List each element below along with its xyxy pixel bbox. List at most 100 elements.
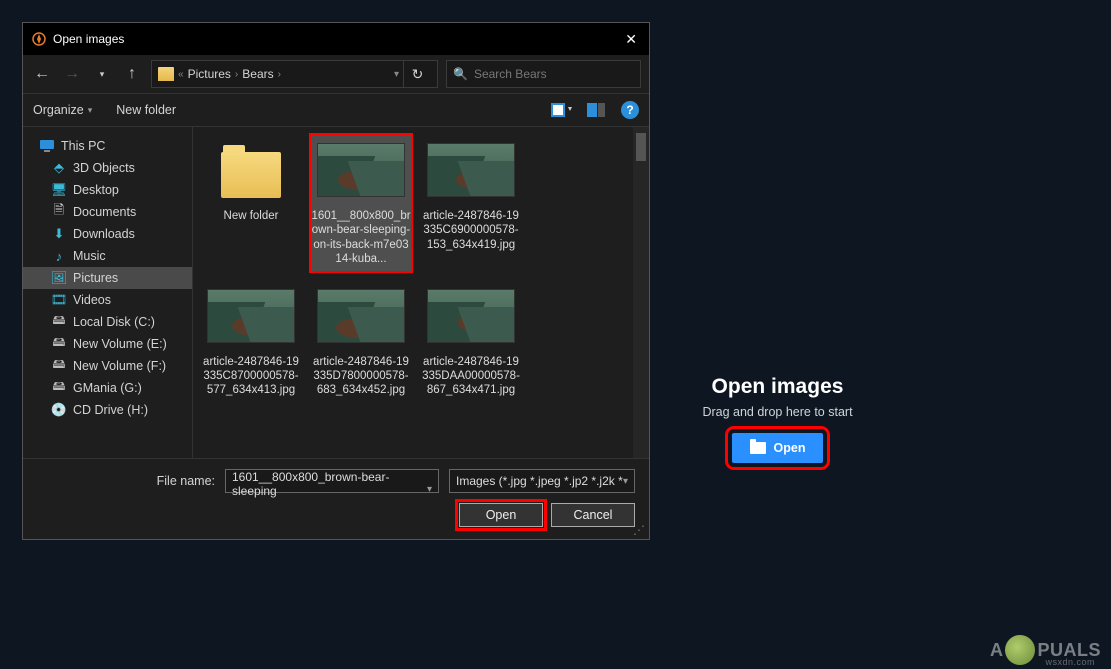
file-grid[interactable]: New folder 1601__800x800_brown-bear-slee…	[193, 127, 633, 458]
file-item-image[interactable]: article-2487846-19335C8700000578-577_634…	[199, 279, 303, 404]
disk-icon: 🖴	[51, 314, 67, 330]
file-label: article-2487846-19335C6900000578-153_634…	[421, 209, 521, 252]
resize-grip[interactable]: ⋰	[633, 523, 645, 537]
navbar: ← → ▾ ↑ « Pictures › Bears › ▾ ↻ 🔍 Searc…	[23, 55, 649, 93]
breadcrumb-segment[interactable]: Pictures	[188, 67, 231, 81]
file-item-folder[interactable]: New folder	[199, 133, 303, 273]
app-icon	[31, 31, 47, 47]
sidebar-item-label: Music	[73, 249, 106, 263]
chevron-down-icon[interactable]: ▾	[623, 476, 628, 487]
drop-panel: Open images Drag and drop here to start …	[700, 375, 855, 463]
picture-icon: 🖼	[51, 270, 67, 286]
organize-menu[interactable]: Organize ▾	[33, 103, 92, 117]
file-type-value: Images (*.jpg *.jpeg *.jp2 *.j2k *	[456, 474, 623, 488]
search-input[interactable]: 🔍 Search Bears	[446, 60, 641, 88]
sidebar-item-documents[interactable]: 🗎 Documents	[23, 201, 192, 223]
up-button[interactable]: ↑	[121, 63, 143, 85]
file-item-image[interactable]: article-2487846-19335DAA00000578-867_634…	[419, 279, 523, 404]
mascot-icon	[1005, 635, 1035, 665]
file-name-value: 1601__800x800_brown-bear-sleeping	[232, 470, 389, 498]
image-thumbnail-icon	[206, 283, 296, 349]
watermark-url: wsxdn.com	[1045, 657, 1095, 667]
sidebar-item-label: CD Drive (H:)	[73, 403, 148, 417]
scrollbar[interactable]	[633, 127, 649, 458]
file-item-image[interactable]: article-2487846-19335D7800000578-683_634…	[309, 279, 413, 404]
organize-label: Organize	[33, 103, 84, 117]
toolbar: Organize ▾ New folder ?	[23, 93, 649, 127]
forward-button[interactable]: →	[61, 63, 83, 85]
open-button[interactable]: Open	[459, 503, 543, 527]
music-icon: ♪	[51, 248, 67, 264]
image-thumbnail-icon	[316, 283, 406, 349]
breadcrumb[interactable]: « Pictures › Bears › ▾ ↻	[151, 60, 438, 88]
chevron-down-icon: ▾	[88, 105, 93, 116]
dialog-footer: File name: 1601__800x800_brown-bear-slee…	[23, 458, 649, 539]
sidebar-item-label: Downloads	[73, 227, 135, 241]
sidebar-item-desktop[interactable]: 🖥 Desktop	[23, 179, 192, 201]
sidebar-item-pictures[interactable]: 🖼 Pictures	[23, 267, 192, 289]
dialog-body: This PC ⬘ 3D Objects 🖥 Desktop 🗎 Documen…	[23, 127, 649, 458]
file-item-image[interactable]: article-2487846-19335C6900000578-153_634…	[419, 133, 523, 273]
monitor-icon	[39, 138, 55, 154]
sidebar-item-volume-e[interactable]: 🖴 New Volume (E:)	[23, 333, 192, 355]
download-icon: ⬇	[51, 226, 67, 242]
scroll-thumb[interactable]	[636, 133, 646, 161]
sidebar-item-3d-objects[interactable]: ⬘ 3D Objects	[23, 157, 192, 179]
watermark-letter: A	[990, 640, 1004, 661]
cancel-button[interactable]: Cancel	[551, 503, 635, 527]
folder-icon	[750, 442, 766, 454]
file-item-image-selected[interactable]: 1601__800x800_brown-bear-sleeping-on-its…	[309, 133, 413, 273]
sidebar-item-cd-drive-h[interactable]: 💿 CD Drive (H:)	[23, 399, 192, 421]
breadcrumb-dropdown[interactable]: ▾	[394, 69, 399, 80]
sidebar: This PC ⬘ 3D Objects 🖥 Desktop 🗎 Documen…	[23, 127, 193, 458]
sidebar-item-downloads[interactable]: ⬇ Downloads	[23, 223, 192, 245]
sidebar-item-label: New Volume (E:)	[73, 337, 167, 351]
search-placeholder: Search Bears	[474, 67, 547, 81]
file-label: 1601__800x800_brown-bear-sleeping-on-its…	[311, 209, 411, 267]
sidebar-item-label: Desktop	[73, 183, 119, 197]
sidebar-item-local-disk-c[interactable]: 🖴 Local Disk (C:)	[23, 311, 192, 333]
sidebar-item-videos[interactable]: 🎞 Videos	[23, 289, 192, 311]
search-icon: 🔍	[453, 67, 468, 81]
titlebar-title: Open images	[53, 32, 124, 46]
file-type-select[interactable]: Images (*.jpg *.jpeg *.jp2 *.j2k * ▾	[449, 469, 635, 493]
sidebar-item-label: Local Disk (C:)	[73, 315, 155, 329]
new-folder-button[interactable]: New folder	[116, 103, 176, 117]
sidebar-item-music[interactable]: ♪ Music	[23, 245, 192, 267]
open-button-label: Open	[486, 508, 517, 522]
sidebar-item-label: 3D Objects	[73, 161, 135, 175]
drop-title: Open images	[700, 375, 855, 399]
close-button[interactable]: ✕	[621, 31, 641, 48]
chevron-right-icon: ›	[235, 69, 238, 80]
file-label: article-2487846-19335C8700000578-577_634…	[201, 355, 301, 398]
folder-icon	[158, 67, 174, 81]
disk-icon: 🖴	[51, 336, 67, 352]
chevron-down-icon[interactable]: ▾	[427, 484, 432, 495]
file-name-label: File name:	[157, 474, 215, 488]
breadcrumb-segment[interactable]: Bears	[242, 67, 273, 81]
file-name-input[interactable]: 1601__800x800_brown-bear-sleeping ▾	[225, 469, 439, 493]
file-label: article-2487846-19335D7800000578-683_634…	[311, 355, 411, 398]
cd-icon: 💿	[51, 402, 67, 418]
sidebar-item-label: This PC	[61, 139, 105, 153]
sidebar-item-volume-f[interactable]: 🖴 New Volume (F:)	[23, 355, 192, 377]
image-thumbnail-icon	[426, 283, 516, 349]
open-button-label: Open	[774, 441, 806, 455]
cancel-button-label: Cancel	[574, 508, 613, 522]
open-images-button[interactable]: Open	[732, 433, 824, 463]
watermark: A PUALS wsxdn.com	[990, 635, 1101, 665]
view-mode-button[interactable]	[549, 101, 575, 119]
cube-icon: ⬘	[51, 160, 67, 176]
preview-pane-button[interactable]	[585, 101, 611, 119]
refresh-button[interactable]: ↻	[403, 60, 431, 88]
sidebar-item-gmania-g[interactable]: 🖴 GMania (G:)	[23, 377, 192, 399]
back-button[interactable]: ←	[31, 63, 53, 85]
help-button[interactable]: ?	[621, 101, 639, 119]
desktop-icon: 🖥	[51, 182, 67, 198]
titlebar: Open images ✕	[23, 23, 649, 55]
chevron-left-icon: «	[178, 69, 184, 80]
video-icon: 🎞	[51, 292, 67, 308]
sidebar-this-pc[interactable]: This PC	[23, 135, 192, 157]
recent-dropdown[interactable]: ▾	[91, 63, 113, 85]
disk-icon: 🖴	[51, 380, 67, 396]
